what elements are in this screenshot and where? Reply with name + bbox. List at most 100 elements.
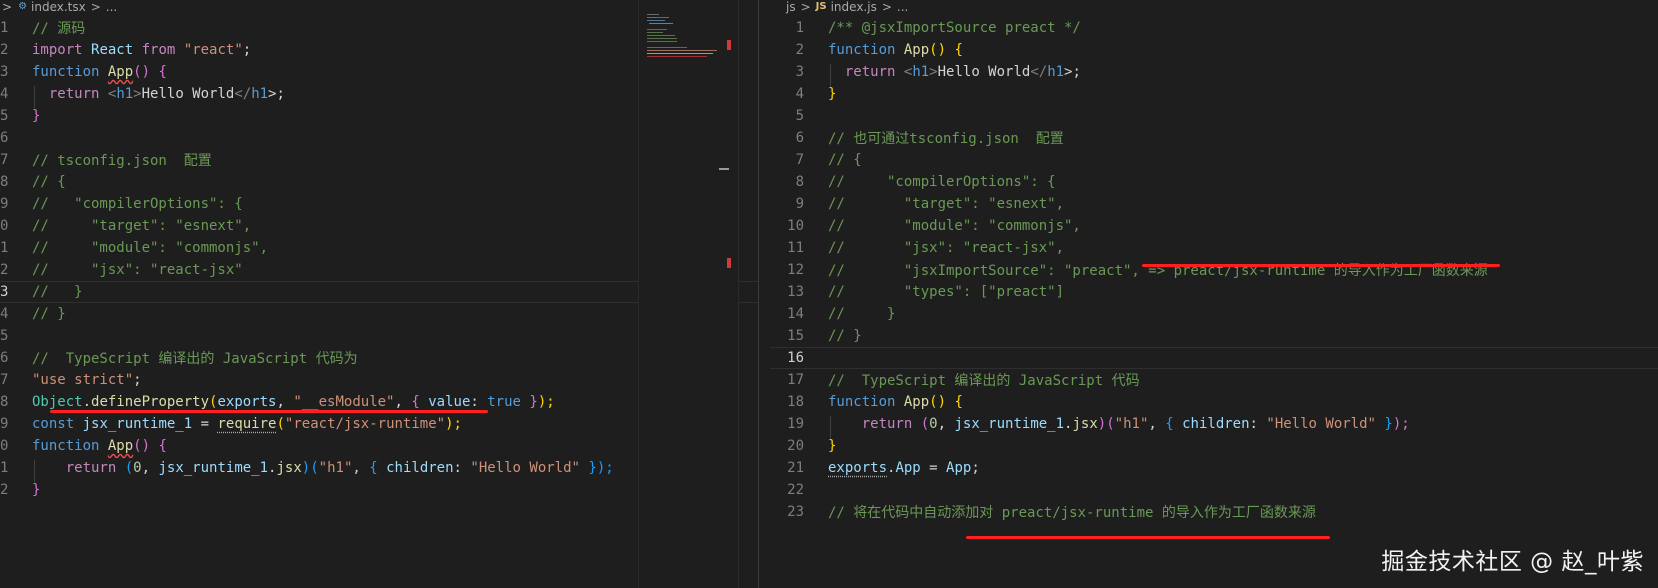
punct: >; (1064, 64, 1081, 80)
punct: { (954, 394, 963, 410)
line-number: 3 (0, 64, 9, 80)
right-code-editor[interactable]: 1 /** @jsxImportSource preact */ 2 functio… (770, 17, 1658, 523)
comment: // } (828, 306, 896, 322)
vertical-scrollbar[interactable] (1644, 0, 1658, 588)
code-line: 4} (770, 83, 1658, 105)
breadcrumb-filename[interactable]: index.js (831, 1, 877, 13)
line-number: 19 (787, 416, 804, 432)
line-number: 2 (795, 42, 804, 58)
keyword: return (65, 460, 117, 476)
code-line: 12// "jsxImportSource": "preact", => pre… (770, 259, 1658, 281)
line-number: 3 (795, 64, 804, 80)
punct: } (1375, 416, 1393, 432)
red-underline-annotation (966, 536, 1330, 539)
identifier: jsx_runtime_1 (954, 416, 1065, 432)
right-editor-pane[interactable]: js > JS index.js > ... 1 /** @jsxImportSo… (770, 0, 1658, 588)
punct: () (133, 438, 151, 454)
breadcrumb-folder[interactable]: js (786, 1, 796, 13)
line-number: 14 (787, 306, 804, 322)
punct: = (192, 416, 218, 432)
keyword: function (828, 42, 896, 58)
code-line: 2 function App() { (770, 39, 1658, 61)
string: "react" (183, 42, 243, 58)
keyword: function (32, 64, 100, 80)
jsx-text: Hello World (141, 86, 235, 102)
string: "__esModule" (293, 394, 395, 410)
punct: , (141, 460, 159, 476)
punct: ); (596, 460, 614, 476)
keyword: const (32, 416, 75, 432)
comment: // "target": "esnext", (32, 218, 252, 234)
punct: ); (537, 394, 555, 410)
punct: ; (971, 460, 980, 476)
comment: // 将在代码中自动添加对 preact/jsx-runtime 的导入作为工厂… (828, 505, 1316, 521)
identifier: exports (828, 460, 888, 476)
comment: // "types": ["preact"] (828, 284, 1065, 300)
punct: () (929, 42, 947, 58)
line-number: 11 (787, 240, 804, 256)
punct: , (352, 460, 370, 476)
breadcrumb-separator: > (90, 0, 101, 14)
breadcrumb-filename[interactable]: index.tsx (31, 1, 86, 13)
identifier: Object (32, 394, 83, 410)
punct: ( (276, 416, 285, 432)
line-number: 1 (0, 460, 9, 476)
comment: // "jsx": "react-jsx" (32, 262, 243, 278)
identifier: App (946, 460, 972, 476)
code-line: 9 // "target": "esnext", (770, 193, 1658, 215)
line-number: 12 (787, 262, 804, 278)
comment: // "compilerOptions": { (32, 196, 243, 212)
code-line: 13 // "types": ["preact"] (770, 281, 1658, 303)
breadcrumb-ellipsis[interactable]: ... (106, 1, 117, 13)
comment: // "module": "commonjs", (828, 218, 1081, 234)
identifier: exports (217, 394, 277, 410)
function-name: App (107, 64, 134, 80)
punct: ) (1097, 416, 1107, 432)
line-number: 21 (787, 460, 804, 476)
function-name: jsx (1072, 416, 1098, 432)
keyword: function (828, 394, 896, 410)
minimap[interactable] (638, 0, 738, 588)
line-number: 15 (787, 328, 804, 344)
identifier: children (377, 460, 454, 476)
string: "h1" (1114, 416, 1149, 432)
punct: } (32, 108, 41, 124)
comment: // { (828, 152, 862, 168)
keyword: function (32, 438, 100, 454)
function-name: defineProperty (91, 394, 210, 410)
comment: // 源码 (32, 21, 86, 37)
breadcrumb-ellipsis[interactable]: ... (897, 1, 908, 13)
right-breadcrumb: js > JS index.js > ... (786, 0, 908, 14)
line-number: 18 (787, 394, 804, 410)
line-number: 13 (787, 284, 804, 300)
vertical-scrollbar[interactable] (719, 0, 752, 588)
punct: { (1165, 416, 1174, 432)
punct: > (929, 64, 938, 80)
jsx-tag: h1 (912, 64, 930, 80)
red-underline-annotation (1142, 264, 1500, 267)
left-editor-pane[interactable]: > ⚙ index.tsx > ... 1 // 源码 2 import React… (0, 0, 758, 588)
punct: ); (1392, 416, 1410, 432)
gear-file-icon: ⚙ (18, 1, 28, 12)
breadcrumb-separator: > (800, 0, 811, 14)
line-number: 20 (787, 438, 804, 454)
code-line: 18 function App() { (770, 391, 1658, 413)
breadcrumb-separator: > (881, 0, 892, 14)
code-line: 22 (770, 479, 1658, 501)
punct: ( (1106, 416, 1115, 432)
comment: // { (32, 174, 66, 190)
number: 0 (929, 416, 938, 432)
code-line: 19 return (0, jsx_runtime_1.jsx)("h1", {… (770, 413, 1658, 438)
comment: // "jsx": "react-jsx", (828, 240, 1065, 256)
left-breadcrumb: > ⚙ index.tsx > ... (2, 0, 117, 14)
editor-split-divider[interactable] (758, 0, 770, 588)
line-number: 0 (0, 438, 9, 454)
comment: // "module": "commonjs", (32, 240, 269, 256)
code-line: 10 // "module": "commonjs", (770, 215, 1658, 237)
punct: } (520, 394, 538, 410)
number: 0 (133, 460, 142, 476)
line-number: 5 (0, 108, 9, 124)
breadcrumb-prefix: > (2, 0, 13, 14)
line-number: 6 (0, 350, 9, 366)
identifier: jsx_runtime_1 (158, 460, 269, 476)
